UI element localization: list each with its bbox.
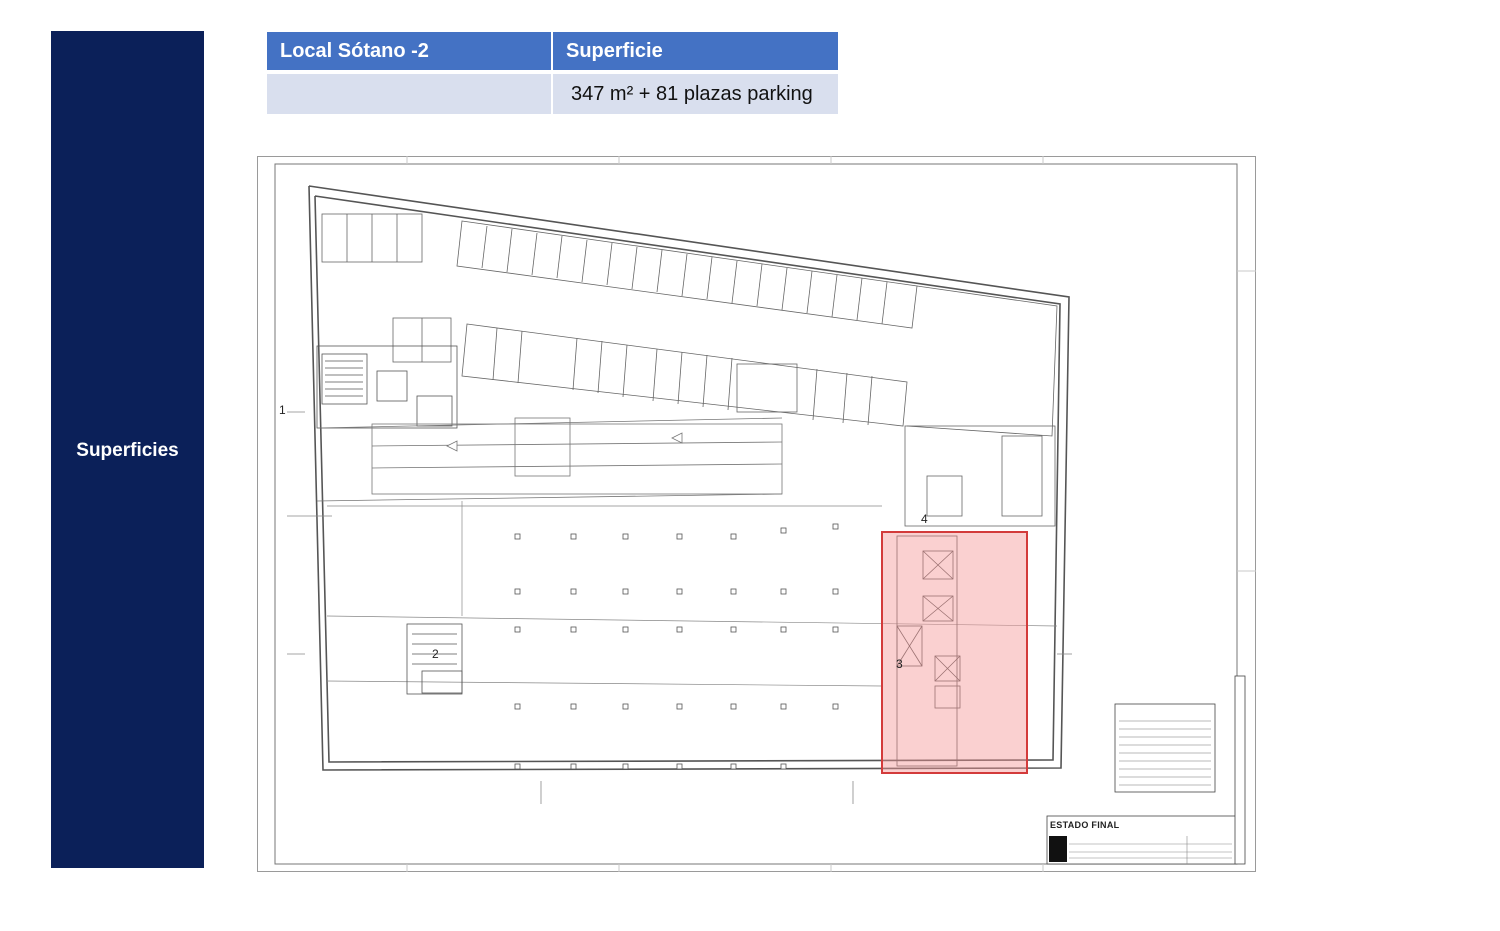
floor-plan-svg xyxy=(257,156,1256,872)
table-cell-local xyxy=(267,74,551,114)
table-header-superficie: Superficie xyxy=(553,32,838,70)
core-marker-2: 2 xyxy=(432,647,439,661)
core-marker-3: 3 xyxy=(896,657,903,671)
sidebar: Superficies xyxy=(51,31,204,868)
table-header-local: Local Sótano -2 xyxy=(267,32,551,70)
core-marker-4: 4 xyxy=(921,512,928,526)
core-marker-1: 1 xyxy=(279,403,286,417)
highlighted-unit-area xyxy=(881,531,1028,774)
surface-table: Local Sótano -2 Superficie 347 m² + 81 p… xyxy=(267,32,838,114)
plan-stamp-title: ESTADO FINAL xyxy=(1050,820,1120,830)
floor-plan-drawing: ESTADO FINAL 1 2 3 4 xyxy=(257,156,1256,872)
table-cell-superficie: 347 m² + 81 plazas parking xyxy=(553,74,838,114)
sidebar-title: Superficies xyxy=(76,439,179,461)
